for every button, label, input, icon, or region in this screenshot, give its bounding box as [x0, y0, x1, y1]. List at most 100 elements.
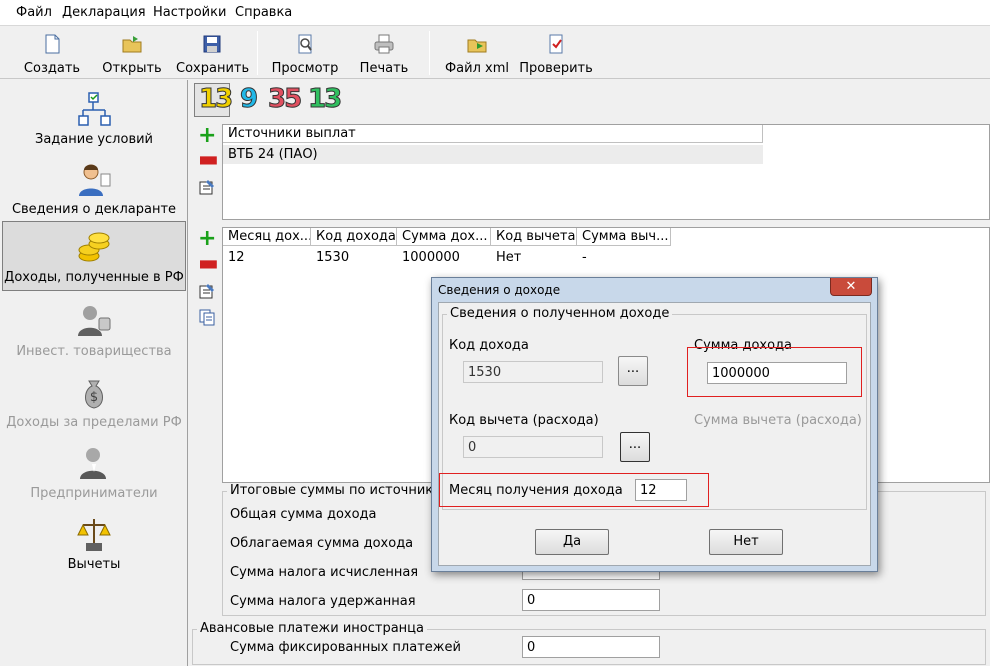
- tab-rate-13[interactable]: 13: [198, 84, 233, 115]
- xml-label: Файл xml: [444, 61, 510, 76]
- conditions-tree-icon: [78, 92, 111, 126]
- investment-icon: [78, 306, 111, 336]
- income-code-browse-button[interactable]: ...: [618, 356, 648, 386]
- dialog-title: Сведения о доходе: [438, 283, 561, 297]
- preview-button[interactable]: Просмотр: [268, 29, 342, 77]
- check-label: Проверить: [519, 61, 593, 76]
- sidebar-item-declarant[interactable]: Сведения о декларанте: [2, 154, 186, 224]
- open-label: Открыть: [102, 61, 162, 76]
- sidebar-item-label: Сведения о декларанте: [11, 202, 177, 217]
- edit-income-button[interactable]: [198, 282, 218, 302]
- sidebar-item-conditions[interactable]: Задание условий: [2, 84, 186, 154]
- plus-icon: +: [198, 123, 217, 148]
- sidebar-item-deductions[interactable]: Вычеты: [2, 509, 186, 579]
- svg-text:$: $: [90, 390, 98, 405]
- menu-help[interactable]: Справка: [235, 5, 292, 20]
- column-header-deduction-code[interactable]: Код вычета: [491, 228, 577, 246]
- coins-icon: [78, 232, 110, 262]
- tab-rate-35[interactable]: 35: [267, 84, 302, 115]
- dialog-body: Сведения о полученном доходе Код дохода …: [438, 302, 871, 566]
- close-icon: ✕: [845, 279, 857, 294]
- column-header-month[interactable]: Месяц дох...: [223, 228, 311, 246]
- create-button[interactable]: Создать: [18, 29, 86, 77]
- cell-income-sum: 1000000: [402, 250, 460, 265]
- no-button[interactable]: Нет: [709, 529, 783, 555]
- deduction-code-field[interactable]: 0: [463, 436, 603, 458]
- income-code-field[interactable]: 1530: [463, 361, 603, 383]
- plus-icon: +: [198, 226, 217, 251]
- sidebar-item-income-abroad[interactable]: $ Доходы за пределами РФ: [2, 367, 186, 437]
- total-income-label: Общая сумма дохода: [230, 507, 377, 522]
- tab-rate-13-alt[interactable]: 13: [307, 84, 342, 115]
- deduction-code-browse-button[interactable]: ...: [620, 432, 650, 462]
- column-header-deduction-sum[interactable]: Сумма выч...: [577, 228, 671, 246]
- month-label: Месяц получения дохода: [449, 483, 623, 498]
- xml-file-button[interactable]: Файл xml: [444, 29, 510, 77]
- column-header-income-code[interactable]: Код дохода: [311, 228, 397, 246]
- print-button[interactable]: Печать: [352, 29, 416, 77]
- tax-withheld-field[interactable]: 0: [522, 589, 660, 611]
- deduction-code-label: Код вычета (расхода): [449, 413, 599, 428]
- preview-label: Просмотр: [271, 61, 339, 76]
- tax-withheld-label: Сумма налога удержанная: [230, 594, 416, 609]
- sidebar-item-label: Предприниматели: [30, 486, 158, 501]
- edit-document-icon: [199, 284, 214, 299]
- cell-month: 12: [228, 250, 245, 265]
- open-button[interactable]: Открыть: [98, 29, 166, 77]
- deduction-sum-label: Сумма вычета (расхода): [694, 413, 862, 428]
- printer-icon: [374, 34, 394, 54]
- save-button[interactable]: Сохранить: [176, 29, 249, 77]
- preview-magnifier-icon: [298, 34, 312, 54]
- add-source-button[interactable]: +: [198, 125, 218, 147]
- sidebar-item-entrepreneurs[interactable]: Предприниматели: [2, 438, 186, 508]
- tax-calculated-label: Сумма налога исчисленная: [230, 565, 419, 580]
- open-folder-icon: [122, 36, 142, 53]
- menu-file[interactable]: Файл: [16, 5, 52, 20]
- month-field[interactable]: 12: [635, 479, 687, 501]
- remove-income-button[interactable]: ▬: [198, 253, 219, 277]
- yes-button[interactable]: Да: [535, 529, 609, 555]
- income-code-label: Код дохода: [449, 338, 529, 353]
- sidebar-item-income-rf[interactable]: Доходы, полученные в РФ: [2, 221, 186, 291]
- toolbar-separator: [429, 31, 430, 75]
- cell-income-code: 1530: [316, 250, 350, 265]
- copy-income-button[interactable]: [198, 308, 218, 328]
- sources-header[interactable]: Источники выплат: [223, 125, 763, 143]
- cell-deduction-sum: -: [582, 250, 587, 265]
- menu-declaration[interactable]: Декларация: [62, 5, 146, 20]
- toolbar: Создать Открыть Сохранить Просмотр Печат…: [0, 27, 990, 79]
- sidebar-item-label: Инвест. товарищества: [16, 344, 172, 359]
- minus-icon: ▬: [198, 147, 219, 172]
- taxable-income-label: Облагаемая сумма дохода: [230, 536, 414, 551]
- remove-source-button[interactable]: ▬: [198, 149, 219, 173]
- sidebar-item-label: Доходы за пределами РФ: [6, 415, 182, 430]
- tax-rate-tabs: 13 9 35 13: [192, 82, 352, 120]
- close-button[interactable]: ✕: [830, 278, 872, 296]
- declarant-person-icon: [79, 164, 111, 196]
- deductions-scales-icon: [77, 519, 111, 551]
- fixed-payments-field[interactable]: 0: [522, 636, 660, 658]
- menu-settings[interactable]: Настройки: [153, 5, 226, 20]
- xml-export-icon: [467, 39, 487, 53]
- totals-title: Итоговые суммы по источнику: [227, 483, 444, 498]
- create-label: Создать: [23, 61, 81, 76]
- income-details-dialog: Сведения о доходе ✕ Сведения о полученно…: [431, 277, 878, 572]
- column-header-income-sum[interactable]: Сумма дох...: [397, 228, 491, 246]
- edit-document-icon: [199, 180, 214, 195]
- entrepreneur-icon: [80, 448, 106, 479]
- fixed-payments-label: Сумма фиксированных платежей: [230, 640, 461, 655]
- received-income-title: Сведения о полученном доходе: [447, 306, 673, 321]
- income-sum-field[interactable]: 1000000: [707, 362, 847, 384]
- add-income-button[interactable]: +: [198, 228, 218, 250]
- table-row[interactable]: ВТБ 24 (ПАО): [223, 145, 763, 164]
- tab-rate-9[interactable]: 9: [239, 84, 258, 115]
- sources-grid: Источники выплат ВТБ 24 (ПАО): [222, 124, 990, 220]
- toolbar-separator: [257, 31, 258, 75]
- edit-source-button[interactable]: [198, 178, 218, 198]
- advance-title: Авансовые платежи иностранца: [197, 621, 427, 636]
- cell-deduction-code: Нет: [496, 250, 522, 265]
- money-bag-icon: $: [85, 380, 103, 409]
- sidebar-item-investment[interactable]: Инвест. товарищества: [2, 296, 186, 366]
- sidebar-item-label: Вычеты: [67, 557, 121, 572]
- check-button[interactable]: Проверить: [518, 29, 594, 77]
